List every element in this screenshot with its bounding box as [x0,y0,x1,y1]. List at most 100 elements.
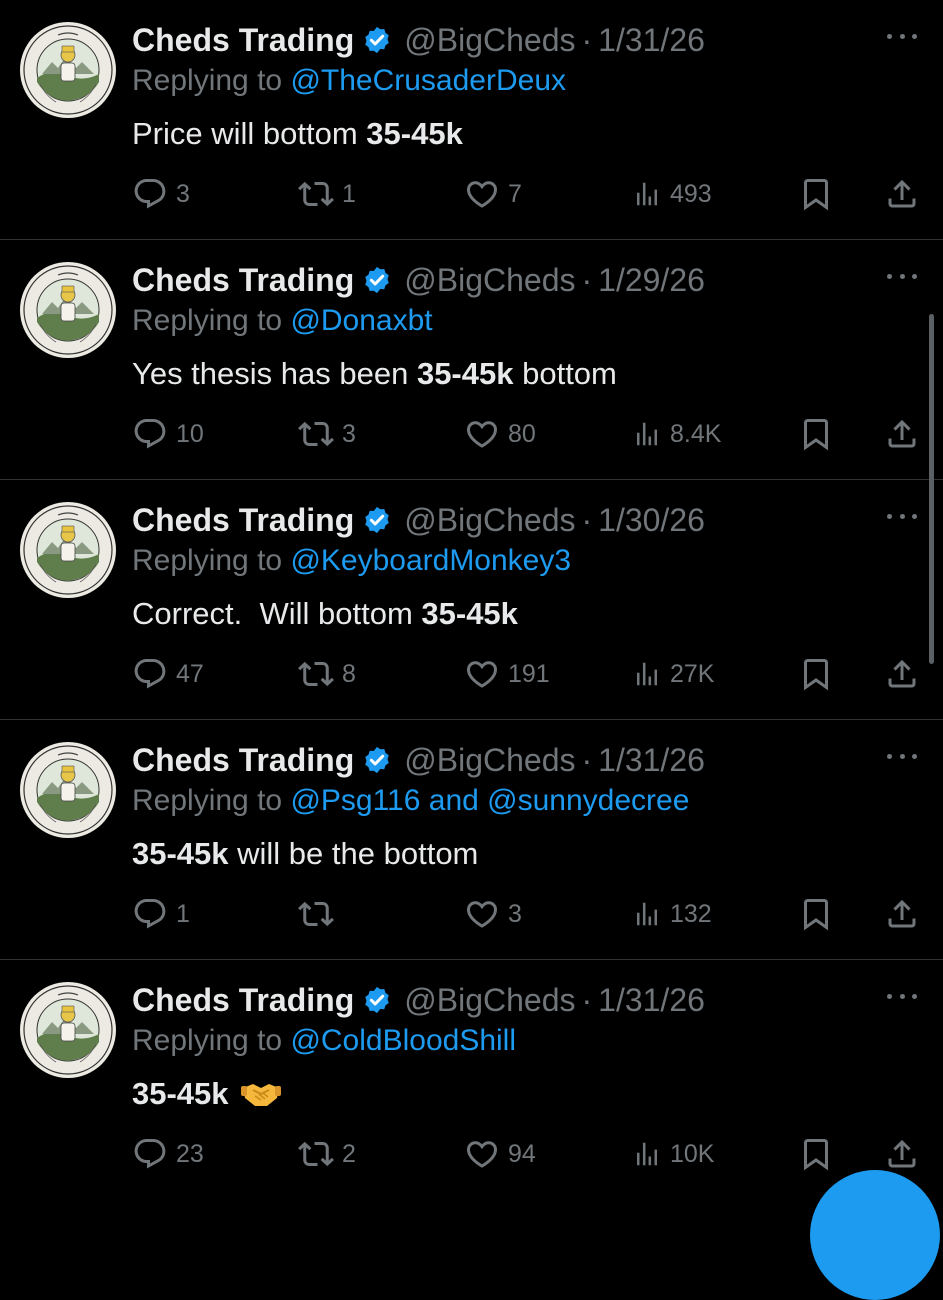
reply-button[interactable]: 10 [132,410,204,458]
reply-button[interactable]: 3 [132,170,190,218]
more-dots-icon[interactable] [887,504,917,528]
tweet-header: Cheds Trading @BigCheds · 1/31/26 [132,18,705,62]
like-button[interactable]: 3 [464,890,522,938]
mention-link[interactable]: @sunnydecree [487,784,689,817]
heart-icon [464,896,500,932]
tweet-text-bold: 35-45k [132,836,229,871]
scrollbar[interactable] [929,314,934,664]
replying-to-line: Replying to @Psg116 and @sunnydecree [132,784,689,818]
display-name[interactable]: Cheds Trading [132,742,354,779]
tweet[interactable]: Cheds Trading @BigCheds · 1/30/26 Replyi… [0,480,943,720]
tweet-text-bold: 35-45k [416,356,514,391]
more-dots-icon[interactable] [887,744,917,768]
share-button[interactable] [884,890,920,938]
tweet-date[interactable]: 1/31/26 [598,982,705,1019]
tweet[interactable]: Cheds Trading @BigCheds · 1/31/26 Replyi… [0,960,943,1200]
mention-link[interactable]: @ColdBloodShill [290,1024,516,1057]
reply-icon [132,176,168,212]
tweet-header: Cheds Trading @BigCheds · 1/31/26 [132,738,705,782]
tweet-date[interactable]: 1/31/26 [598,22,705,59]
retweet-count: 1 [342,179,356,208]
more-dots-icon[interactable] [887,984,917,1008]
tweet-actions: 47 8 191 27K [0,650,943,698]
views-icon [632,1139,662,1169]
tweet-date[interactable]: 1/31/26 [598,742,705,779]
avatar[interactable] [20,22,116,118]
display-name[interactable]: Cheds Trading [132,982,354,1019]
tweet-text: 35-45k will be the bottom [132,836,478,872]
share-button[interactable] [884,170,920,218]
replying-to-line: Replying to @ColdBloodShill [132,1024,516,1058]
avatar[interactable] [20,502,116,598]
retweet-count: 2 [342,1139,356,1168]
compose-button[interactable] [810,1170,940,1300]
user-handle[interactable]: @BigCheds [404,262,575,299]
tweet-text-bold: 35-45k [366,116,463,151]
bookmark-icon [798,416,834,452]
retweet-button[interactable]: 8 [298,650,356,698]
display-name[interactable]: Cheds Trading [132,22,354,59]
mention-link[interactable]: @Psg116 [290,784,420,817]
display-name[interactable]: Cheds Trading [132,262,354,299]
reply-button[interactable]: 23 [132,1130,204,1178]
user-handle[interactable]: @BigCheds [404,502,575,539]
reply-button[interactable]: 1 [132,890,190,938]
like-button[interactable]: 94 [464,1130,536,1178]
tweet[interactable]: Cheds Trading @BigCheds · 1/31/26 Replyi… [0,720,943,960]
like-button[interactable]: 191 [464,650,550,698]
more-dots-icon[interactable] [887,24,917,48]
verified-badge-icon [362,505,392,535]
like-button[interactable]: 7 [464,170,522,218]
more-dots-icon[interactable] [887,264,917,288]
bookmark-button[interactable] [798,650,834,698]
views-button[interactable]: 132 [632,890,712,938]
verified-badge-icon [362,25,392,55]
tweet[interactable]: Cheds Trading @BigCheds · 1/31/26 Replyi… [0,0,943,240]
views-button[interactable]: 493 [632,170,712,218]
retweet-button[interactable] [298,890,342,938]
user-handle[interactable]: @BigCheds [404,982,575,1019]
mention-link[interactable]: @KeyboardMonkey3 [290,544,571,577]
retweet-icon [298,896,334,932]
bookmark-button[interactable] [798,1130,834,1178]
like-button[interactable]: 80 [464,410,536,458]
user-handle[interactable]: @BigCheds [404,742,575,779]
tweet-text-pre: Yes thesis has been [132,356,417,391]
tweet-date[interactable]: 1/30/26 [598,502,705,539]
mention-link[interactable]: @Donaxbt [290,304,432,337]
views-count: 10K [670,1139,715,1168]
tweet[interactable]: Cheds Trading @BigCheds · 1/29/26 Replyi… [0,240,943,480]
retweet-button[interactable]: 2 [298,1130,356,1178]
share-button[interactable] [884,650,920,698]
replying-to-label: Replying to [132,544,283,577]
bookmark-button[interactable] [798,170,834,218]
avatar[interactable] [20,262,116,358]
display-name[interactable]: Cheds Trading [132,502,354,539]
avatar[interactable] [20,982,116,1078]
views-button[interactable]: 8.4K [632,410,721,458]
avatar[interactable] [20,742,116,838]
tweet-text-pre: Price will bottom [132,116,367,151]
views-icon [632,419,662,449]
share-button[interactable] [884,410,920,458]
views-button[interactable]: 10K [632,1130,714,1178]
reply-button[interactable]: 47 [132,650,204,698]
bookmark-button[interactable] [798,410,834,458]
retweet-button[interactable]: 1 [298,170,356,218]
verified-badge-icon [362,745,392,775]
reply-icon [132,1136,168,1172]
retweet-icon [298,656,334,692]
reply-count: 10 [176,419,204,448]
retweet-count: 3 [342,419,356,448]
user-handle[interactable]: @BigCheds [404,22,575,59]
tweet-date[interactable]: 1/29/26 [598,262,705,299]
tweet-text-bold: 35-45k [132,1076,229,1111]
retweet-button[interactable]: 3 [298,410,356,458]
mention-link[interactable]: @TheCrusaderDeux [290,64,566,97]
views-button[interactable]: 27K [632,650,714,698]
replying-to-label: Replying to [132,304,283,337]
mention-conjunction: and [420,784,488,817]
bookmark-button[interactable] [798,890,834,938]
tweet-text-bold: 35-45k [421,596,518,631]
tweet-text-post: will be the bottom [228,836,479,871]
